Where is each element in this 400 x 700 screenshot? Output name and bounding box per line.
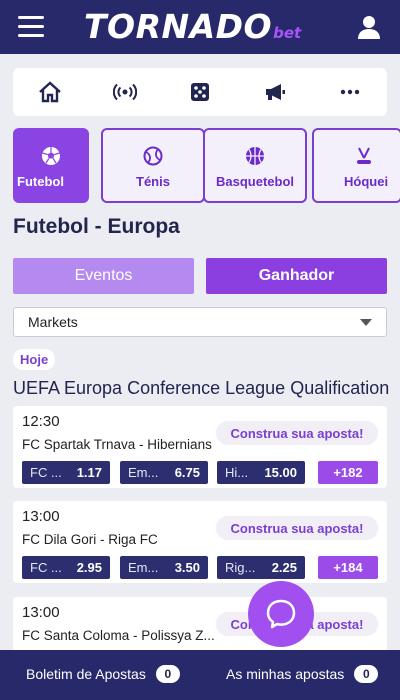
hockey-icon	[357, 147, 371, 164]
match-teams: FC Santa Coloma - Polissya Z...	[22, 628, 215, 643]
tab-futebol[interactable]: Futebol	[13, 128, 89, 203]
brand-logo[interactable]: TORNADO bet	[84, 6, 301, 48]
odd-name: Em...	[128, 465, 159, 480]
user-icon[interactable]	[356, 14, 382, 40]
quick-nav-bar	[13, 68, 387, 116]
odd-button[interactable]: Hi... 15.00	[217, 461, 305, 484]
soccer-ball-icon	[42, 147, 60, 165]
markets-select[interactable]: Markets	[13, 307, 387, 337]
odd-button[interactable]: Em... 6.75	[120, 461, 208, 484]
bet-builder-button[interactable]: Construa sua aposta!	[216, 421, 378, 445]
tennis-ball-icon	[143, 146, 163, 166]
league-title: UEFA Europa Conference League Qualificat…	[13, 378, 390, 398]
betslip-count-badge: 0	[155, 665, 180, 683]
logo-sub-text: bet	[273, 24, 302, 42]
match-time: 13:00	[22, 604, 60, 621]
odd-name: FC ...	[30, 560, 62, 575]
dice-icon[interactable]	[180, 72, 220, 112]
logo-main-text: TORNADO	[84, 7, 273, 46]
sport-tabs: Futebol Ténis Basquetebol Hóquei	[13, 128, 400, 204]
tab-label: Basquetebol	[215, 174, 294, 189]
live-broadcast-icon[interactable]	[105, 72, 145, 112]
match-card[interactable]: 12:30 FC Spartak Trnava - Hibernians Con…	[13, 406, 387, 488]
hamburger-menu-icon[interactable]	[18, 16, 44, 38]
home-icon[interactable]	[30, 72, 70, 112]
odd-name: FC ...	[30, 465, 62, 480]
more-markets-button[interactable]: +184	[318, 556, 378, 579]
basketball-icon	[246, 147, 264, 165]
chat-bubble-icon	[266, 599, 296, 629]
match-teams: FC Dila Gori - Riga FC	[22, 532, 158, 547]
match-teams: FC Spartak Trnava - Hibernians	[22, 437, 212, 452]
my-bets-label: As minhas apostas	[226, 666, 345, 682]
megaphone-icon[interactable]	[255, 72, 295, 112]
odd-button[interactable]: FC ... 2.95	[22, 556, 110, 579]
winner-toggle-button[interactable]: Ganhador	[206, 258, 387, 294]
odd-name: Hi...	[225, 465, 249, 480]
odd-value: 15.00	[264, 465, 297, 480]
bet-builder-button[interactable]: Construa sua aposta!	[216, 516, 378, 540]
bottom-bar: Boletim de Apostas 0 As minhas apostas 0	[0, 650, 400, 700]
odd-button[interactable]: Rig... 2.25	[217, 556, 305, 579]
odd-button[interactable]: FC ... 1.17	[22, 461, 110, 484]
day-badge: Hoje	[13, 349, 56, 370]
tab-tenis[interactable]: Ténis	[101, 128, 205, 203]
match-card[interactable]: 13:00 FC Santa Coloma - Polissya Z... Co…	[13, 597, 387, 657]
odd-value: 2.25	[271, 560, 297, 575]
odd-button[interactable]: Em... 3.50	[120, 556, 208, 579]
tab-hoquei[interactable]: Hóquei	[312, 128, 400, 203]
my-bets-count-badge: 0	[354, 665, 379, 683]
events-toggle-button[interactable]: Eventos	[13, 258, 194, 294]
betslip-button[interactable]: Boletim de Apostas 0	[26, 665, 180, 683]
tab-label: Hóquei	[344, 174, 389, 189]
tab-basquetebol[interactable]: Basquetebol	[203, 128, 307, 203]
match-time: 13:00	[22, 508, 60, 525]
more-icon[interactable]	[330, 72, 370, 112]
tab-label: Futebol	[17, 174, 64, 189]
tab-label: Ténis	[136, 174, 170, 189]
more-markets-button[interactable]: +182	[318, 461, 378, 484]
my-bets-button[interactable]: As minhas apostas 0	[226, 665, 379, 683]
odd-name: Em...	[128, 560, 159, 575]
markets-selected-value: Markets	[28, 314, 78, 330]
odd-value: 3.50	[174, 560, 200, 575]
page-title: Futebol - Europa	[13, 215, 180, 238]
odd-value: 2.95	[76, 560, 102, 575]
betslip-label: Boletim de Apostas	[26, 666, 146, 682]
chat-button[interactable]	[248, 581, 314, 647]
match-card[interactable]: 13:00 FC Dila Gori - Riga FC Construa su…	[13, 501, 387, 583]
odd-name: Rig...	[225, 560, 256, 575]
match-time: 12:30	[22, 413, 60, 430]
odd-value: 1.17	[76, 465, 102, 480]
chevron-down-icon	[360, 319, 372, 326]
odd-value: 6.75	[174, 465, 200, 480]
top-header: TORNADO bet	[0, 0, 400, 54]
